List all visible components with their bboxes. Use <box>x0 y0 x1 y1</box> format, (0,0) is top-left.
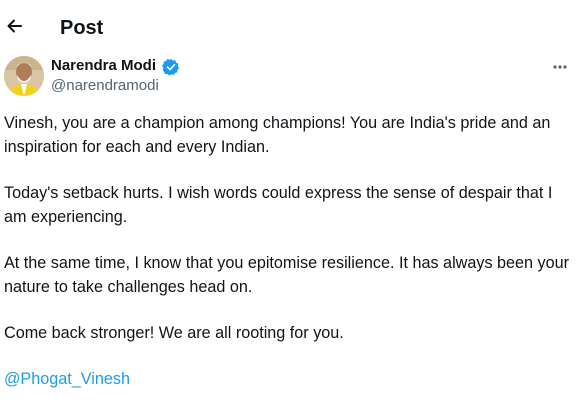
verified-badge-icon <box>161 58 180 76</box>
more-options-button[interactable] <box>548 58 572 76</box>
post-header: Post <box>0 0 587 50</box>
post-paragraph: Come back stronger! We are all rooting f… <box>4 324 344 342</box>
arrow-left-icon <box>7 19 22 33</box>
avatar[interactable] <box>4 56 44 96</box>
post-paragraph: Vinesh, you are a champion among champio… <box>4 114 551 156</box>
author-name[interactable]: Narendra Modi <box>51 57 156 75</box>
author-row: Narendra Modi @narendramodi <box>0 54 587 98</box>
author-handle[interactable]: @narendramodi <box>51 77 159 95</box>
post-paragraph: At the same time, I know that you epitom… <box>4 254 570 296</box>
back-button[interactable] <box>2 14 26 38</box>
profile-photo <box>4 56 44 96</box>
post-paragraph: Today's setback hurts. I wish words coul… <box>4 184 553 226</box>
more-options-icon <box>553 65 567 69</box>
mention-link[interactable]: @Phogat_Vinesh <box>4 367 579 391</box>
page-title: Post <box>60 17 104 39</box>
post-text: Vinesh, you are a champion among champio… <box>4 111 579 391</box>
